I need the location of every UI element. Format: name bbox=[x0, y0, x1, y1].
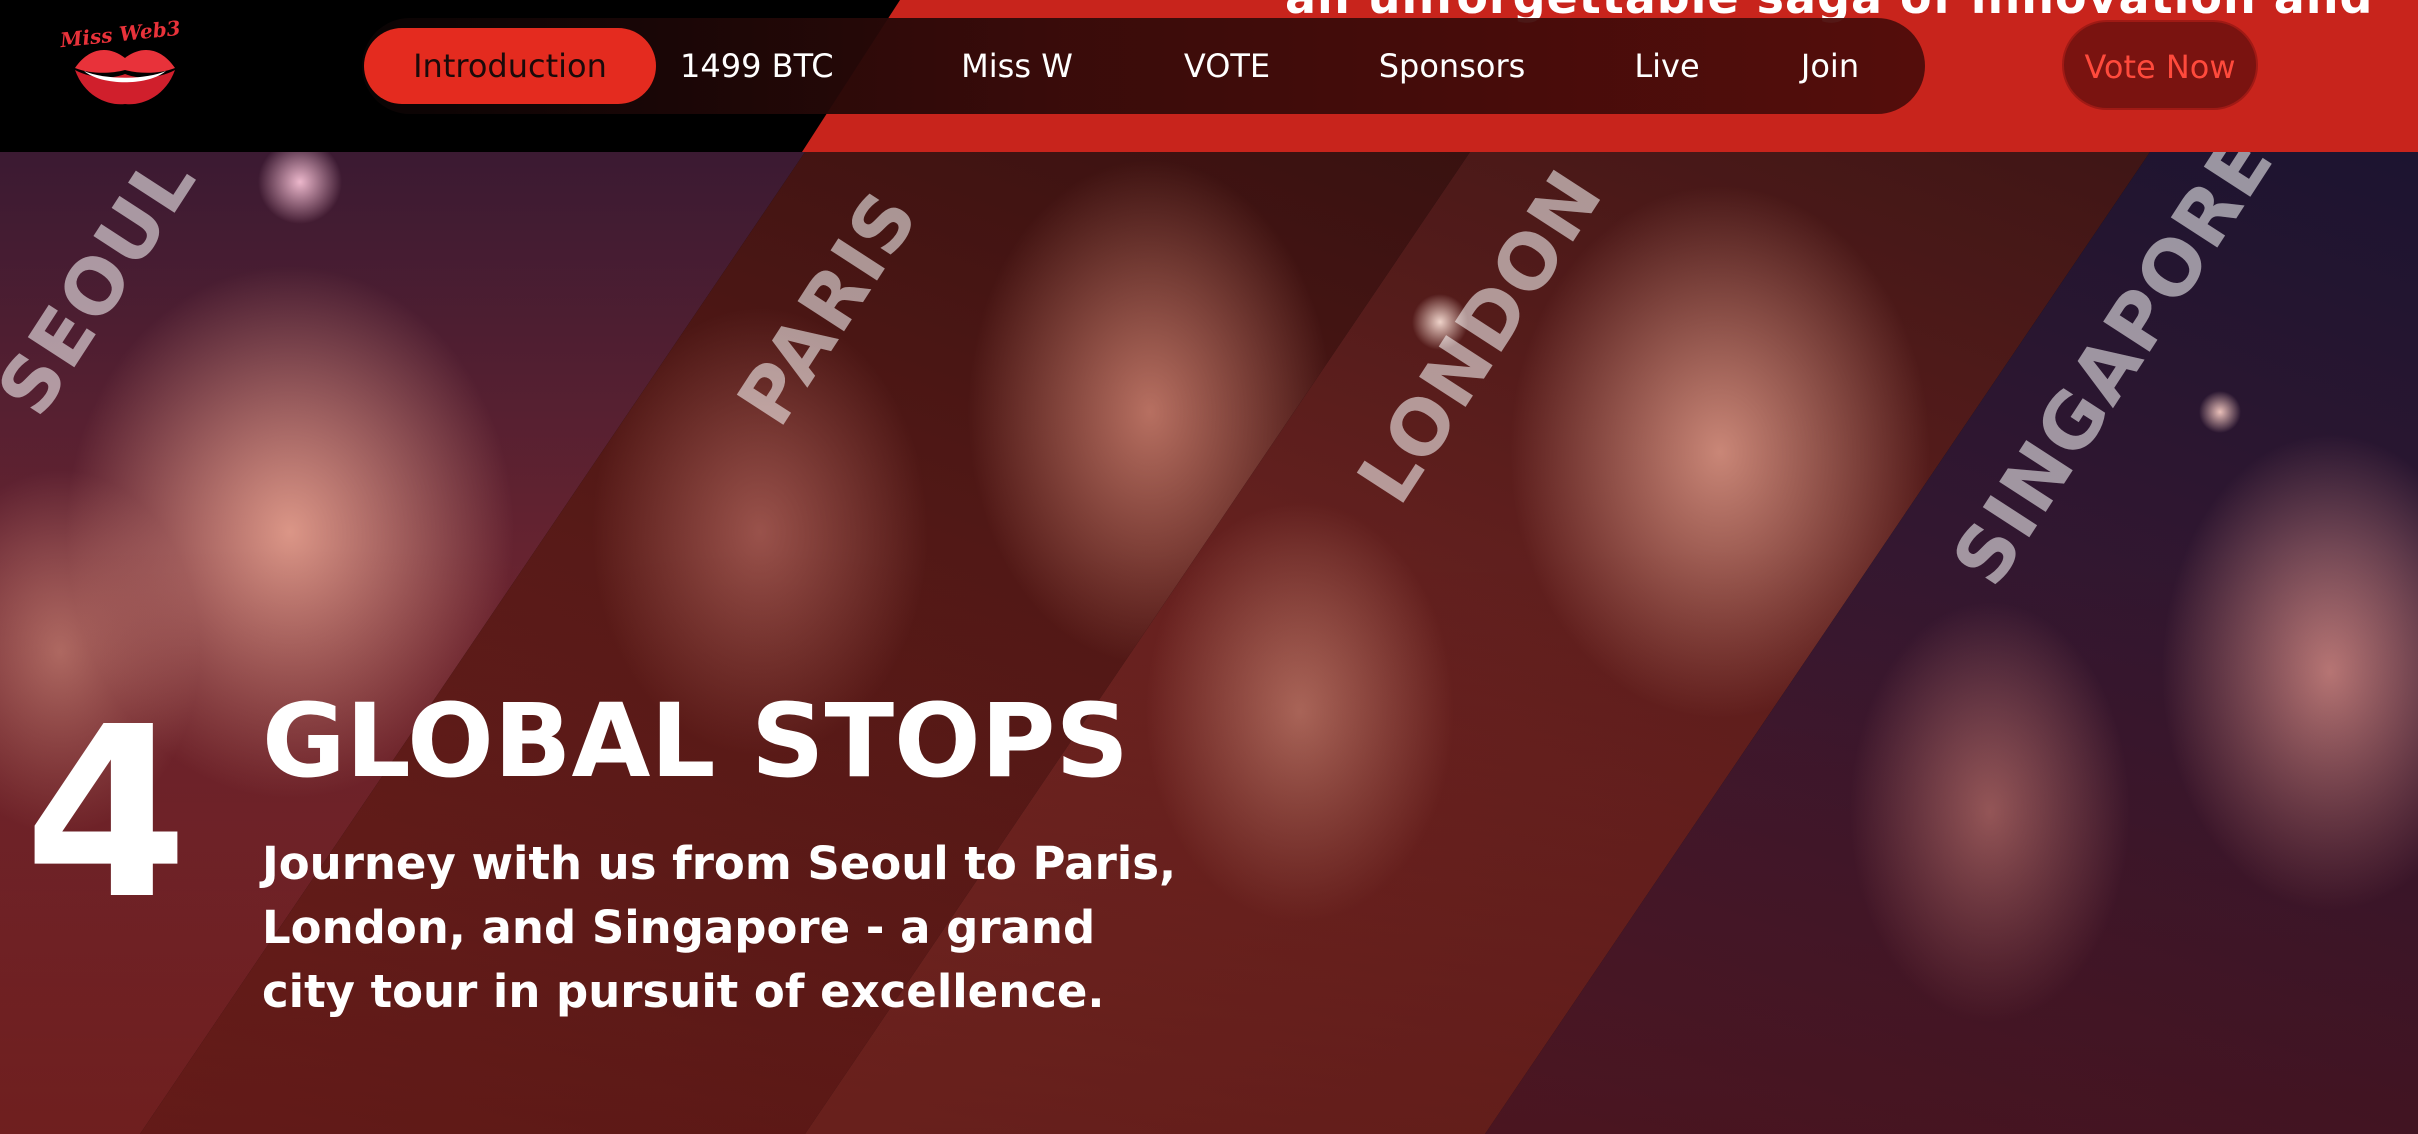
vote-now-button[interactable]: Vote Now bbox=[2062, 20, 2258, 110]
nav-item-vote[interactable]: VOTE bbox=[1172, 28, 1282, 104]
main-nav: Introduction 1499 BTC Miss W VOTE Sponso… bbox=[362, 18, 1925, 114]
nav-item-join[interactable]: Join bbox=[1782, 28, 1878, 104]
hero-title: GLOBAL STOPS bbox=[262, 682, 1129, 801]
site-logo[interactable]: Miss Web3 bbox=[56, 16, 186, 112]
hero-section: SEOUL PARIS LONDON SINGAPORE 4 GLOBAL ST… bbox=[0, 152, 2418, 1134]
site-header: an unforgettable saga of innovation and … bbox=[0, 0, 2418, 152]
nav-item-live[interactable]: Live bbox=[1622, 28, 1712, 104]
nav-item-sponsors[interactable]: Sponsors bbox=[1367, 28, 1537, 104]
nav-item-miss-w[interactable]: Miss W bbox=[952, 28, 1082, 104]
hero-description: Journey with us from Seoul to Paris, Lon… bbox=[262, 837, 1177, 1018]
nav-item-introduction[interactable]: Introduction bbox=[364, 28, 656, 104]
lips-icon bbox=[75, 49, 175, 105]
page: SEOUL PARIS LONDON SINGAPORE 4 GLOBAL ST… bbox=[0, 0, 2418, 1134]
stops-number: 4 bbox=[24, 676, 189, 951]
nav-item-1499-btc[interactable]: 1499 BTC bbox=[680, 28, 834, 104]
